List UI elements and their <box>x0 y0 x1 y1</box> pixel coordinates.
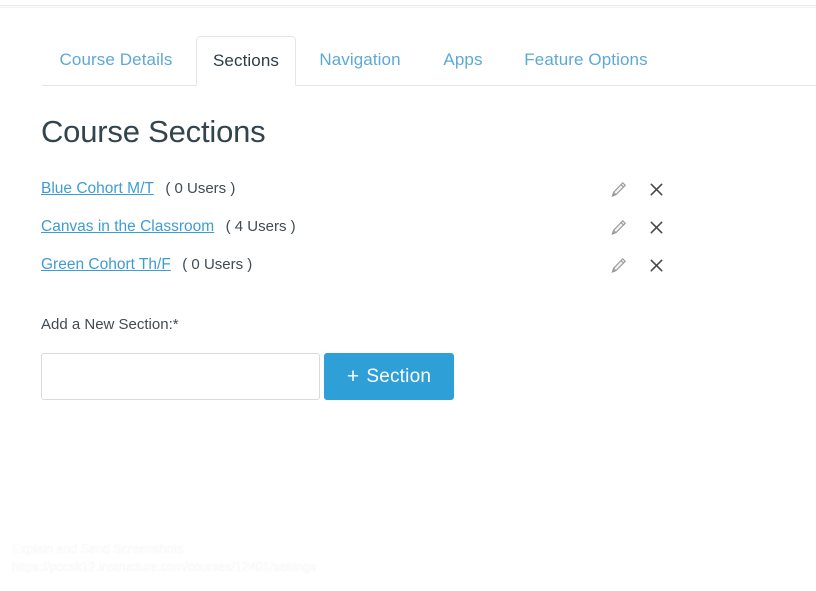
top-divider <box>0 5 816 6</box>
table-row: Canvas in the Classroom ( 4 Users ) <box>41 208 666 246</box>
page-title: Course Sections <box>41 114 265 150</box>
row-actions <box>608 246 666 284</box>
add-section-button-label: Section <box>366 366 431 388</box>
close-x-icon[interactable] <box>646 255 666 275</box>
tab-sections[interactable]: Sections <box>196 36 296 86</box>
tab-apps[interactable]: Apps <box>432 36 494 86</box>
watermark-line-2: https://pccsk12.instructure.com/courses/… <box>12 558 316 576</box>
section-user-count: ( 4 Users ) <box>226 218 296 235</box>
add-section-form: + Section <box>41 353 454 400</box>
add-section-label: Add a New Section:* <box>41 316 179 333</box>
row-actions <box>608 208 666 246</box>
top-divider-secondary <box>0 7 816 8</box>
tab-course-details[interactable]: Course Details <box>42 36 190 86</box>
section-link-green-cohort[interactable]: Green Cohort Th/F <box>41 256 171 273</box>
tab-feature-options[interactable]: Feature Options <box>512 36 660 86</box>
tab-navigation[interactable]: Navigation <box>303 36 417 86</box>
pencil-icon[interactable] <box>608 255 628 275</box>
settings-tabs: Course Details Sections Navigation Apps … <box>0 36 816 86</box>
plus-icon: + <box>347 366 359 387</box>
pencil-icon[interactable] <box>608 217 628 237</box>
table-row: Blue Cohort M/T ( 0 Users ) <box>41 170 666 208</box>
new-section-name-input[interactable] <box>41 353 320 400</box>
watermark: Explain and Send Screenshots https://pcc… <box>12 540 316 576</box>
table-row: Green Cohort Th/F ( 0 Users ) <box>41 246 666 284</box>
close-x-icon[interactable] <box>646 179 666 199</box>
section-user-count: ( 0 Users ) <box>165 180 235 197</box>
close-x-icon[interactable] <box>646 217 666 237</box>
section-user-count: ( 0 Users ) <box>182 256 252 273</box>
course-sections-list: Blue Cohort M/T ( 0 Users ) <box>41 170 666 284</box>
add-section-button[interactable]: + Section <box>324 353 454 400</box>
row-actions <box>608 170 666 208</box>
section-link-canvas-in-the-classroom[interactable]: Canvas in the Classroom <box>41 218 214 235</box>
section-link-blue-cohort[interactable]: Blue Cohort M/T <box>41 180 154 197</box>
watermark-line-1: Explain and Send Screenshots <box>12 540 316 558</box>
pencil-icon[interactable] <box>608 179 628 199</box>
